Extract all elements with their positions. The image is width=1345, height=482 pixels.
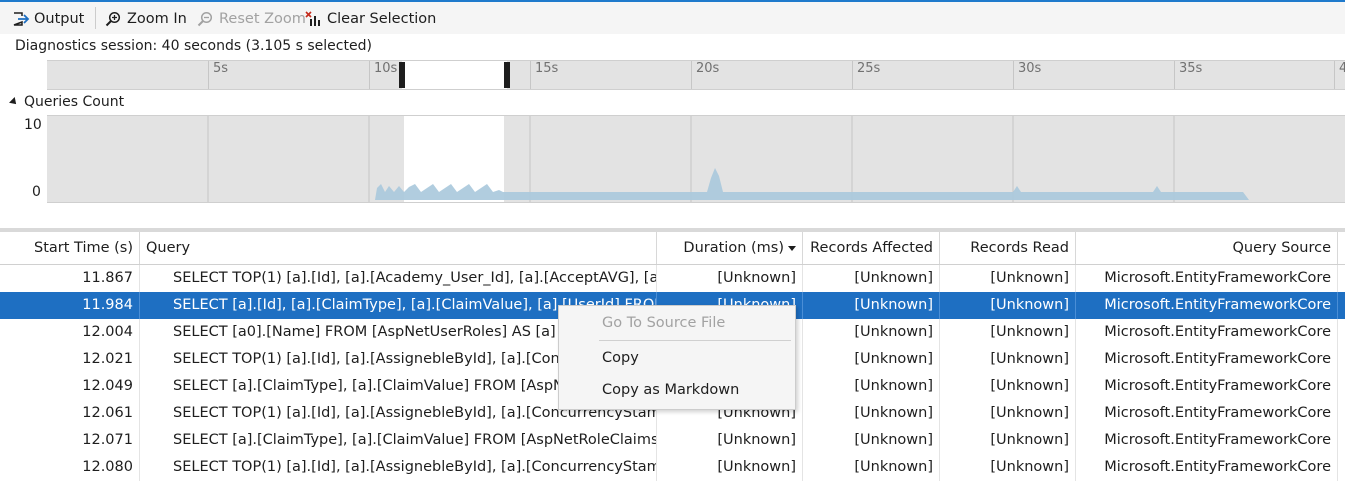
output-label: Output	[34, 11, 85, 27]
menu-item-go-to-source-file[interactable]: Go To Source File	[602, 315, 725, 331]
timeline-tick: 35s	[1174, 61, 1202, 89]
cell-records-read: [Unknown]	[940, 346, 1076, 373]
session-summary: Diagnostics session: 40 seconds (3.105 s…	[15, 38, 372, 54]
collapse-triangle-icon[interactable]	[9, 97, 19, 107]
cell-start-time: 11.867	[0, 265, 140, 292]
queries-count-header[interactable]: Queries Count	[9, 94, 125, 110]
table-header: Start Time (s) Query Duration (ms) Recor…	[0, 232, 1345, 265]
timeline-tick-label: 5s	[213, 61, 229, 76]
timeline-tick: 15s	[530, 61, 558, 89]
cell-duration: [Unknown]	[657, 427, 803, 454]
timeline-tick-label: 15s	[535, 61, 559, 76]
column-header-query-source[interactable]: Query Source	[1076, 232, 1338, 264]
queries-count-graph	[207, 116, 1249, 202]
menu-item-copy[interactable]: Copy	[602, 350, 639, 366]
queries-count-chart[interactable]	[47, 115, 1345, 203]
cell-records-read: [Unknown]	[940, 427, 1076, 454]
zoom-in-icon	[105, 11, 121, 27]
timeline-selection[interactable]	[402, 61, 507, 89]
timeline-tick-label: 20s	[696, 61, 720, 76]
cell-start-time: 12.021	[0, 346, 140, 373]
clear-selection-label: Clear Selection	[327, 11, 437, 27]
toolbar: Output Zoom In Reset Zoom Clear Selectio…	[0, 2, 1345, 34]
cell-duration: [Unknown]	[657, 265, 803, 292]
cell-query-source: Microsoft.EntityFrameworkCore	[1076, 400, 1338, 427]
cell-records-affected: [Unknown]	[803, 400, 940, 427]
cell-records-read: [Unknown]	[940, 373, 1076, 400]
clear-selection-button[interactable]: Clear Selection	[305, 8, 436, 30]
selection-start-handle[interactable]	[399, 62, 405, 88]
menu-separator	[599, 340, 791, 341]
y-axis-max-label: 10	[24, 117, 42, 133]
column-header-start-time[interactable]: Start Time (s)	[0, 232, 140, 264]
table-row[interactable]: 12.071 SELECT [a].[ClaimType], [a].[Claim…	[0, 427, 1345, 454]
cell-records-affected: [Unknown]	[803, 292, 940, 319]
cell-start-time: 12.080	[0, 454, 140, 481]
timeline-ruler[interactable]: 5s 10s 15s 20s 25s 30s 35s 4	[47, 60, 1345, 90]
query-count-area	[375, 168, 1249, 200]
context-menu: Go To Source File Copy Copy as Markdown	[558, 305, 796, 410]
cell-query: SELECT TOP(1) [a].[Id], [a].[Academy_Use…	[140, 265, 657, 292]
output-icon	[12, 11, 30, 27]
reset-zoom-icon	[197, 11, 213, 27]
clear-selection-icon	[305, 11, 321, 27]
timeline-tick-label: 30s	[1018, 61, 1042, 76]
cell-records-read: [Unknown]	[940, 292, 1076, 319]
cell-records-affected: [Unknown]	[803, 427, 940, 454]
cell-records-affected: [Unknown]	[803, 319, 940, 346]
timeline-tick: 5s	[208, 61, 228, 89]
cell-records-read: [Unknown]	[940, 454, 1076, 481]
cell-records-affected: [Unknown]	[803, 373, 940, 400]
cell-query: SELECT [a].[ClaimType], [a].[ClaimValue]…	[140, 427, 657, 454]
cell-query: SELECT TOP(1) [a].[Id], [a].[AssignebleB…	[140, 454, 657, 481]
menu-item-copy-as-markdown[interactable]: Copy as Markdown	[602, 382, 739, 398]
timeline-tick: 30s	[1013, 61, 1041, 89]
timeline-tick-label: 10s	[374, 61, 398, 76]
cell-query-source: Microsoft.EntityFrameworkCore	[1076, 373, 1338, 400]
queries-count-title: Queries Count	[24, 94, 125, 110]
timeline-tick-label: 4	[1339, 61, 1345, 76]
cell-query-source: Microsoft.EntityFrameworkCore	[1076, 319, 1338, 346]
column-header-records-affected[interactable]: Records Affected	[803, 232, 940, 264]
timeline-tick: 20s	[691, 61, 719, 89]
cell-records-affected: [Unknown]	[803, 265, 940, 292]
cell-records-read: [Unknown]	[940, 265, 1076, 292]
reset-zoom-button[interactable]: Reset Zoom	[197, 8, 306, 30]
column-header-query[interactable]: Query	[140, 232, 657, 264]
sort-descending-icon	[788, 245, 796, 251]
output-button[interactable]: Output	[12, 8, 84, 30]
zoom-in-label: Zoom In	[127, 11, 187, 27]
timeline-tick-label: 25s	[857, 61, 881, 76]
y-axis-min-label: 0	[32, 184, 41, 200]
cell-start-time: 12.071	[0, 427, 140, 454]
column-header-duration[interactable]: Duration (ms)	[657, 232, 803, 264]
cell-records-affected: [Unknown]	[803, 454, 940, 481]
cell-records-affected: [Unknown]	[803, 346, 940, 373]
cell-duration: [Unknown]	[657, 454, 803, 481]
toolbar-separator	[95, 7, 96, 29]
cell-start-time: 11.984	[0, 292, 140, 319]
cell-query-source: Microsoft.EntityFrameworkCore	[1076, 265, 1338, 292]
timeline-tick: 4	[1334, 61, 1345, 89]
cell-query-source: Microsoft.EntityFrameworkCore	[1076, 454, 1338, 481]
timeline-tick: 10s	[369, 61, 397, 89]
cell-query-source: Microsoft.EntityFrameworkCore	[1076, 292, 1338, 319]
cell-start-time: 12.049	[0, 373, 140, 400]
table-row[interactable]: 12.080 SELECT TOP(1) [a].[Id], [a].[Assig…	[0, 454, 1345, 481]
timeline-tick-label: 35s	[1179, 61, 1203, 76]
selection-end-handle[interactable]	[504, 62, 510, 88]
cell-records-read: [Unknown]	[940, 400, 1076, 427]
cell-records-read: [Unknown]	[940, 319, 1076, 346]
timeline-tick: 25s	[852, 61, 880, 89]
reset-zoom-label: Reset Zoom	[219, 11, 306, 27]
cell-start-time: 12.004	[0, 319, 140, 346]
zoom-in-button[interactable]: Zoom In	[105, 8, 187, 30]
cell-start-time: 12.061	[0, 400, 140, 427]
column-header-records-read[interactable]: Records Read	[940, 232, 1076, 264]
cell-query-source: Microsoft.EntityFrameworkCore	[1076, 427, 1338, 454]
cell-query-source: Microsoft.EntityFrameworkCore	[1076, 346, 1338, 373]
column-header-duration-label: Duration (ms)	[683, 240, 784, 256]
table-row[interactable]: 11.867 SELECT TOP(1) [a].[Id], [a].[Acade…	[0, 265, 1345, 292]
